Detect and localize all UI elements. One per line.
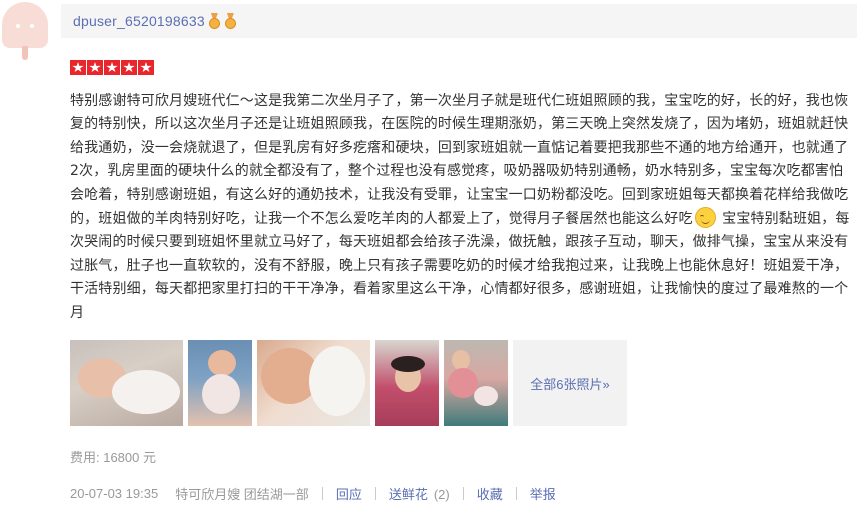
- nanny-with-baby-photo[interactable]: [444, 340, 508, 426]
- report-link[interactable]: 举报: [530, 484, 556, 503]
- send-flower-link[interactable]: 送鲜花 (2): [389, 484, 450, 503]
- fee-text: 费用: 16800 元: [70, 450, 156, 465]
- send-flower-label: 送鲜花: [388, 487, 428, 502]
- baby-sleeping-photo[interactable]: [70, 340, 183, 426]
- star-icon: [138, 60, 154, 75]
- divider: [374, 487, 376, 500]
- avatar-eye-left: [16, 24, 20, 28]
- divider: [515, 487, 517, 500]
- shop-name: 特可欣月嫂 团结湖一部: [175, 487, 309, 502]
- newborn-closeup-photo[interactable]: [257, 340, 370, 426]
- medal-icon: [224, 13, 237, 29]
- smile-emoji-icon: [694, 207, 716, 229]
- all-photos-link[interactable]: 全部6张照片»: [513, 340, 627, 426]
- divider: [321, 487, 323, 500]
- avatar-stick: [22, 46, 28, 60]
- star-icon: [87, 60, 103, 75]
- photo-strip: 全部6张照片»: [70, 340, 627, 426]
- mother-portrait-photo[interactable]: [375, 340, 439, 426]
- medal-icon: [208, 13, 221, 29]
- baby-on-blanket-photo[interactable]: [188, 340, 252, 426]
- flower-count: (2): [433, 487, 450, 502]
- avatar-head: [2, 2, 48, 48]
- username-link[interactable]: dpuser_6520198633: [73, 13, 205, 29]
- star-rating: [70, 60, 155, 75]
- avatar-eye-right: [30, 24, 34, 28]
- user-bar: dpuser_6520198633: [61, 4, 857, 38]
- review-text-part-2: 宝宝特别黏班姐，每次哭闹的时候只要到班姐怀里就立马好了，每天班姐都会给孩子洗澡，…: [70, 211, 850, 321]
- star-icon: [121, 60, 137, 75]
- review-footer: 20-07-03 19:35 特可欣月嫂 团结湖一部 回应 送鲜花 (2) 收藏 …: [70, 484, 556, 503]
- star-icon: [70, 60, 86, 75]
- divider: [462, 487, 464, 500]
- reply-link[interactable]: 回应: [336, 484, 362, 503]
- favorite-link[interactable]: 收藏: [477, 484, 503, 503]
- review-text: 特别感谢特可欣月嫂班代仁～这是我第二次坐月子了，第一次坐月子就是班代仁班姐照顾的…: [70, 90, 856, 325]
- review-text-part-1: 特别感谢特可欣月嫂班代仁～这是我第二次坐月子了，第一次坐月子就是班代仁班姐照顾的…: [70, 93, 849, 228]
- review-date: 20-07-03 19:35: [70, 486, 159, 501]
- avatar[interactable]: [2, 2, 48, 60]
- star-icon: [104, 60, 120, 75]
